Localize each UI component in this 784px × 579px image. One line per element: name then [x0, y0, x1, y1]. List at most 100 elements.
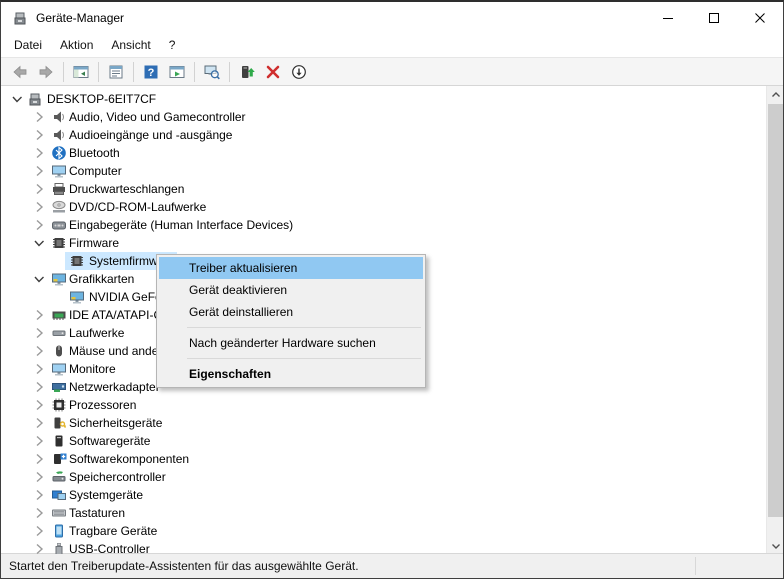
scroll-up-button[interactable]: [767, 86, 784, 103]
tree-item-label: Computer: [69, 164, 122, 178]
software-component-icon: [51, 451, 67, 467]
tree-item-dvd-cd-rom-laufwerke[interactable]: DVD/CD-ROM-Laufwerke: [1, 198, 767, 216]
chevron-collapsed-icon[interactable]: [31, 379, 47, 395]
chevron-collapsed-icon[interactable]: [31, 325, 47, 341]
chevron-collapsed-icon[interactable]: [31, 109, 47, 125]
uninstall-device-button[interactable]: [261, 60, 285, 84]
context-menu-item-eigenschaften[interactable]: Eigenschaften: [159, 363, 423, 385]
chevron-collapsed-icon[interactable]: [31, 541, 47, 554]
computer-icon: [27, 91, 43, 107]
chevron-collapsed-icon[interactable]: [31, 487, 47, 503]
menu-help[interactable]: ?: [160, 35, 185, 55]
tree-item-label: Laufwerke: [69, 326, 124, 340]
title-bar: Geräte-Manager: [1, 2, 783, 33]
status-text: Startet den Treiberupdate-Assistenten fü…: [9, 559, 359, 573]
tree-item-audio-video-und-gamecontroller[interactable]: Audio, Video und Gamecontroller: [1, 108, 767, 126]
vertical-scrollbar[interactable]: [766, 86, 783, 554]
processor-icon: [51, 397, 67, 413]
chevron-collapsed-icon[interactable]: [31, 433, 47, 449]
tree-item-label: Softwarekomponenten: [69, 452, 189, 466]
chevron-collapsed-icon[interactable]: [31, 451, 47, 467]
close-icon: [754, 12, 766, 24]
help-button[interactable]: ?: [139, 60, 163, 84]
toolbar-separator: [229, 62, 230, 82]
chevron-collapsed-icon[interactable]: [31, 217, 47, 233]
chevron-collapsed-icon[interactable]: [31, 469, 47, 485]
chevron-expanded-icon[interactable]: [9, 91, 25, 107]
tree-item-bluetooth[interactable]: Bluetooth: [1, 144, 767, 162]
tree-item-label: Druckwarteschlangen: [69, 182, 184, 196]
tree-item-tastaturen[interactable]: Tastaturen: [1, 504, 767, 522]
tree-item-label: Audioeingänge und -ausgänge: [69, 128, 232, 142]
tree-item-usb-controller[interactable]: USB-Controller: [1, 540, 767, 554]
scan-hardware-changes-button[interactable]: [200, 60, 224, 84]
minimize-icon: [662, 12, 674, 24]
keyboard-icon: [51, 505, 67, 521]
context-menu-item-treiber-aktualisieren[interactable]: Treiber aktualisieren: [159, 257, 423, 279]
tree-item-sicherheitsgeräte[interactable]: Sicherheitsgeräte: [1, 414, 767, 432]
tree-item-softwaregeräte[interactable]: Softwaregeräte: [1, 432, 767, 450]
tree-item-audioeingänge-und-ausgänge[interactable]: Audioeingänge und -ausgänge: [1, 126, 767, 144]
hid-icon: [51, 217, 67, 233]
menu-ansicht[interactable]: Ansicht: [102, 35, 159, 55]
disc-drive-icon: [51, 199, 67, 215]
tree-item-speichercontroller[interactable]: Speichercontroller: [1, 468, 767, 486]
tree-item-label: Tragbare Geräte: [69, 524, 157, 538]
chevron-collapsed-icon[interactable]: [31, 397, 47, 413]
chevron-down-icon: [771, 541, 781, 551]
chevron-collapsed-icon[interactable]: [31, 307, 47, 323]
tree-item-label: Eingabegeräte (Human Interface Devices): [69, 218, 293, 232]
tree-item-label: Tastaturen: [69, 506, 125, 520]
printer-icon: [51, 181, 67, 197]
tree-item-eingabegeräte-human-interface-devices[interactable]: Eingabegeräte (Human Interface Devices): [1, 216, 767, 234]
device-manager-window: Geräte-Manager DateiAktionAnsicht? ?: [0, 0, 784, 579]
close-button[interactable]: [737, 2, 783, 33]
tree-item-prozessoren[interactable]: Prozessoren: [1, 396, 767, 414]
usb-controller-icon: [51, 541, 67, 554]
tree-item-label: Netzwerkadapter: [69, 380, 160, 394]
chevron-collapsed-icon[interactable]: [31, 361, 47, 377]
chevron-collapsed-icon[interactable]: [31, 181, 47, 197]
chevron-collapsed-icon[interactable]: [31, 505, 47, 521]
tree-item-computer[interactable]: Computer: [1, 162, 767, 180]
chevron-collapsed-icon[interactable]: [31, 343, 47, 359]
forward-button[interactable]: [34, 60, 58, 84]
context-menu-item-gerät-deinstallieren[interactable]: Gerät deinstallieren: [159, 301, 423, 323]
context-menu-item-gerät-deaktivieren[interactable]: Gerät deaktivieren: [159, 279, 423, 301]
export-list-button[interactable]: [165, 60, 189, 84]
chevron-collapsed-icon[interactable]: [31, 127, 47, 143]
chevron-expanded-icon[interactable]: [31, 271, 47, 287]
menu-bar: DateiAktionAnsicht?: [1, 33, 783, 57]
menu-aktion[interactable]: Aktion: [51, 35, 102, 55]
chevron-up-icon: [771, 90, 781, 100]
chevron-collapsed-icon[interactable]: [31, 523, 47, 539]
properties-button[interactable]: [104, 60, 128, 84]
mouse-icon: [51, 343, 67, 359]
window-title: Geräte-Manager: [36, 11, 124, 25]
tree-item-label: Prozessoren: [69, 398, 136, 412]
disable-device-button[interactable]: [287, 60, 311, 84]
scroll-down-button[interactable]: [767, 537, 784, 554]
chevron-expanded-icon[interactable]: [31, 235, 47, 251]
context-menu-item-nach-geänderter-hardware-suchen[interactable]: Nach geänderter Hardware suchen: [159, 332, 423, 354]
tree-item-tragbare-geräte[interactable]: Tragbare Geräte: [1, 522, 767, 540]
toolbar: ?: [1, 57, 783, 86]
show-console-tree-button[interactable]: [69, 60, 93, 84]
minimize-button[interactable]: [645, 2, 691, 33]
tree-item-firmware[interactable]: Firmware: [1, 234, 767, 252]
chevron-collapsed-icon[interactable]: [31, 145, 47, 161]
chevron-collapsed-icon[interactable]: [31, 415, 47, 431]
toolbar-separator: [63, 62, 64, 82]
tree-item-druckwarteschlangen[interactable]: Druckwarteschlangen: [1, 180, 767, 198]
tree-item-softwarekomponenten[interactable]: Softwarekomponenten: [1, 450, 767, 468]
back-button[interactable]: [8, 60, 32, 84]
chevron-collapsed-icon[interactable]: [31, 163, 47, 179]
update-driver-button[interactable]: [235, 60, 259, 84]
tree-item-label: DESKTOP-6EIT7CF: [47, 92, 156, 106]
menu-datei[interactable]: Datei: [5, 35, 51, 55]
scrollbar-thumb[interactable]: [768, 104, 783, 517]
tree-item-desktop-6eit7cf[interactable]: DESKTOP-6EIT7CF: [1, 90, 767, 108]
maximize-button[interactable]: [691, 2, 737, 33]
chevron-collapsed-icon[interactable]: [31, 199, 47, 215]
tree-item-systemgeräte[interactable]: Systemgeräte: [1, 486, 767, 504]
